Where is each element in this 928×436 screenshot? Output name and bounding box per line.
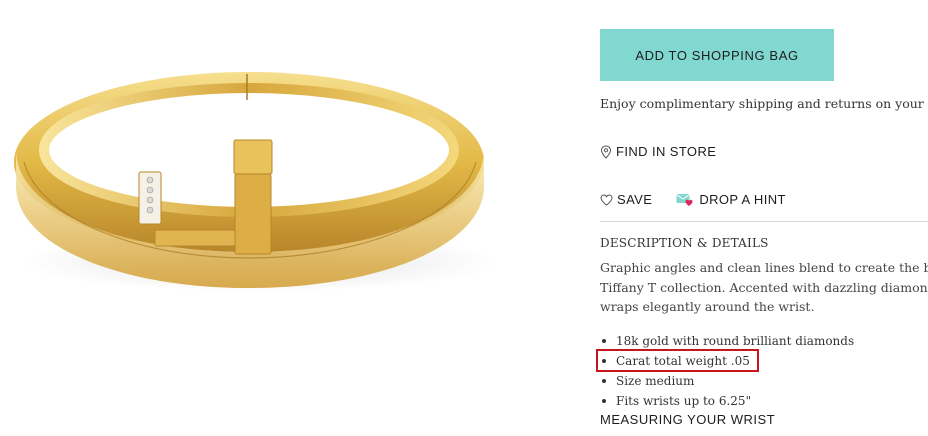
- heart-icon: [600, 193, 613, 206]
- measuring-your-wrist-link[interactable]: MEASURING YOUR WRIST: [600, 412, 775, 427]
- product-details-panel: ADD TO SHOPPING BAG Enjoy complimentary …: [596, 0, 928, 436]
- envelope-heart-icon: [676, 193, 694, 207]
- details-list-item: Size medium: [600, 371, 854, 391]
- add-to-shopping-bag-button[interactable]: ADD TO SHOPPING BAG: [600, 29, 834, 81]
- description-line: Graphic angles and clean lines blend to …: [600, 260, 928, 275]
- details-list-item: 18k gold with round brilliant diamonds: [600, 331, 854, 351]
- save-button[interactable]: SAVE: [600, 192, 652, 207]
- product-actions: SAVE DROP A HINT: [600, 192, 786, 207]
- details-list-item: Fits wrists up to 6.25": [600, 391, 854, 411]
- description-text: Graphic angles and clean lines blend to …: [600, 258, 928, 317]
- highlight-box: [596, 349, 759, 372]
- find-in-store-label: FIND IN STORE: [616, 144, 717, 159]
- save-label: SAVE: [617, 192, 653, 207]
- product-image: [0, 0, 540, 436]
- drop-a-hint-label: DROP A HINT: [699, 192, 786, 207]
- bracelet-image: [14, 72, 500, 292]
- location-pin-icon: [600, 144, 612, 159]
- description-line: wraps elegantly around the wrist.: [600, 299, 815, 314]
- shipping-note: Enjoy complimentary shipping and returns…: [600, 96, 928, 111]
- drop-a-hint-button[interactable]: DROP A HINT: [676, 192, 786, 207]
- find-in-store-link[interactable]: FIND IN STORE: [600, 144, 716, 159]
- description-line: Tiffany T collection. Accented with dazz…: [600, 279, 928, 295]
- divider: [600, 221, 928, 222]
- description-heading: DESCRIPTION & DETAILS: [600, 236, 769, 250]
